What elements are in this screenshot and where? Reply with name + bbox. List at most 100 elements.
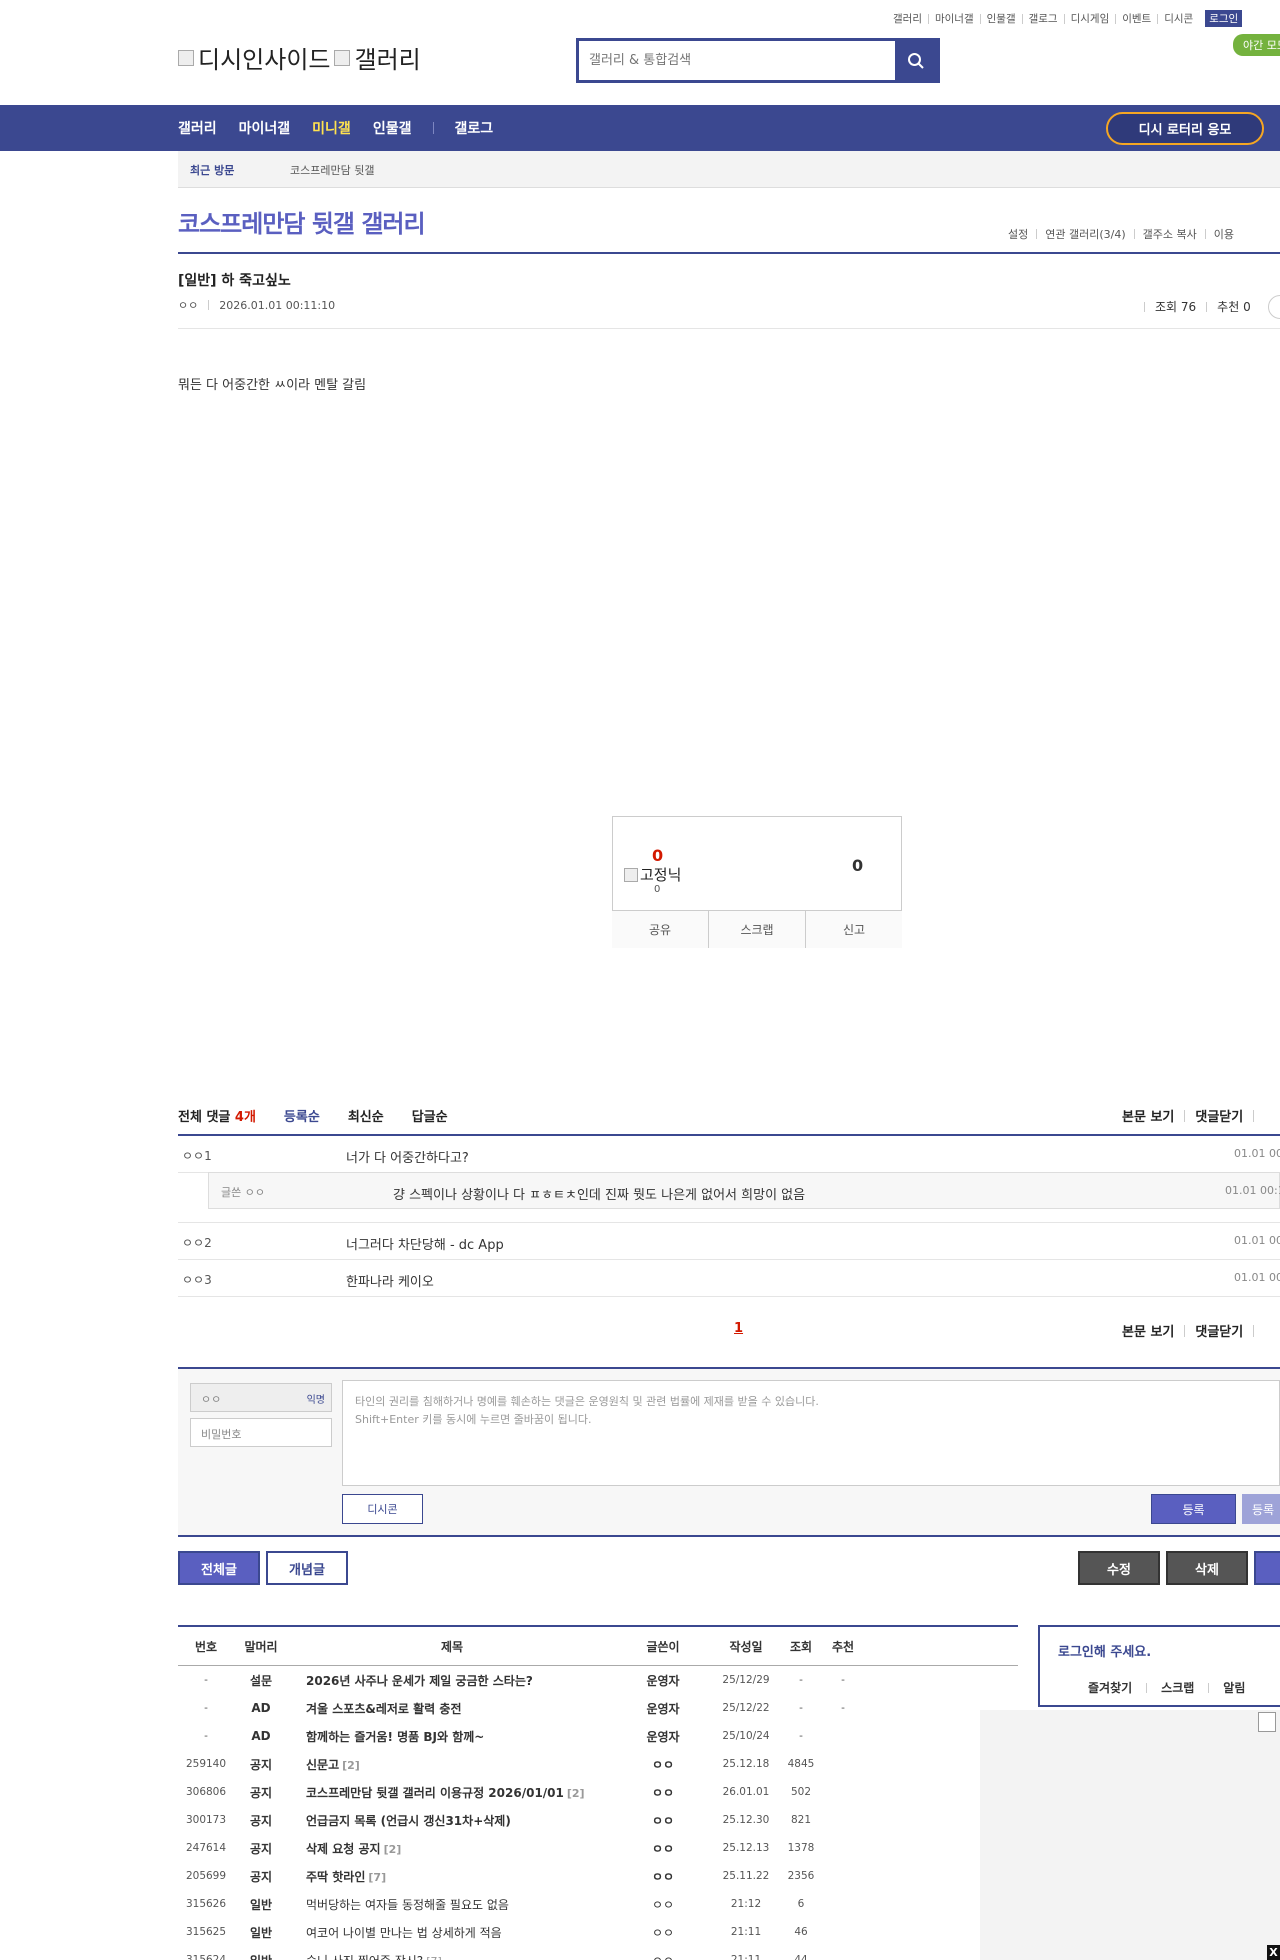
- reply-count[interactable]: [2]: [384, 1843, 402, 1856]
- register-button[interactable]: 등록: [1151, 1494, 1236, 1524]
- write-button[interactable]: [1254, 1551, 1280, 1585]
- post-writer[interactable]: 운영자: [616, 1700, 710, 1717]
- nav-person[interactable]: 인물갤: [373, 118, 412, 138]
- close-ad-button[interactable]: X: [1267, 1945, 1280, 1960]
- favorites-link[interactable]: 즐겨찾기: [1088, 1679, 1132, 1696]
- search-input[interactable]: [579, 41, 895, 80]
- site-logo[interactable]: 디시인사이드 갤러리: [178, 40, 421, 75]
- sort-registered[interactable]: 등록순: [284, 1106, 320, 1125]
- post-header-divider: [178, 328, 1280, 329]
- scrap-button[interactable]: 스크랩: [709, 911, 806, 948]
- report-button[interactable]: 신고: [806, 911, 902, 948]
- night-mode-button[interactable]: 야간 모드: [1233, 34, 1280, 56]
- comment-page-number[interactable]: 1: [734, 1321, 743, 1336]
- usage-link[interactable]: 이용: [1214, 226, 1234, 242]
- copy-address-link[interactable]: 갤주소 복사: [1143, 226, 1197, 242]
- all-posts-button[interactable]: 전체글: [178, 1551, 260, 1585]
- post-list-title[interactable]: 삭제 요청 공지 [2]: [288, 1840, 616, 1857]
- post-list-row[interactable]: 259140 공지 신문고 [2] ㅇㅇ 25.12.18 4845: [178, 1750, 1018, 1778]
- post-list-title[interactable]: 여코어 나이별 만나는 법 상세하게 적음: [288, 1924, 616, 1941]
- sort-latest[interactable]: 최신순: [348, 1106, 384, 1125]
- post-list-row[interactable]: 205699 공지 주딱 핫라인 [7] ㅇㅇ 25.11.22 2356: [178, 1862, 1018, 1890]
- top-link-gallery[interactable]: 갤러리: [893, 11, 922, 26]
- post-writer[interactable]: ㅇㅇ: [616, 1952, 710, 1960]
- top-link-gallog[interactable]: 갤로그: [1029, 11, 1058, 26]
- post-list-title[interactable]: 주딱 핫라인 [7]: [288, 1868, 616, 1885]
- post-list-row[interactable]: 315624 일반 승니 사진 찍어준 작시?[7] ㅇㅇ 21:11 44: [178, 1946, 1018, 1960]
- comment-nick[interactable]: ㅇㅇ3: [182, 1271, 212, 1288]
- post-list-title[interactable]: 언급금지 목록 (언급시 갱신31차+삭제): [288, 1812, 616, 1829]
- nav-gallery[interactable]: 갤러리: [178, 118, 217, 138]
- post-list-title[interactable]: 승니 사진 찍어준 작시?[7]: [288, 1952, 616, 1960]
- dccon-button[interactable]: 디시콘: [342, 1494, 423, 1524]
- post-date: 25/10/24: [710, 1730, 782, 1742]
- related-gallery-link[interactable]: 연관 갤러리(3/4): [1045, 226, 1125, 242]
- post-writer[interactable]: ㅇㅇ: [616, 1784, 710, 1801]
- top-link-game[interactable]: 디시게임: [1071, 11, 1110, 26]
- post-list-row[interactable]: 315625 일반 여코어 나이별 만나는 법 상세하게 적음 ㅇㅇ 21:11 46: [178, 1918, 1018, 1946]
- post-author[interactable]: ㅇㅇ: [178, 297, 198, 313]
- comment-nick[interactable]: ㅇㅇ2: [182, 1234, 212, 1251]
- side-scrap-link[interactable]: 스크랩: [1161, 1679, 1194, 1696]
- comment-nick[interactable]: ㅇㅇ1: [182, 1147, 212, 1164]
- nickname-field[interactable]: ㅇㅇ 익명: [190, 1383, 332, 1412]
- comments-count: 4개: [234, 1110, 256, 1125]
- close-comments-link[interactable]: 댓글닫기: [1195, 1106, 1243, 1125]
- fixed-nick-recommend[interactable]: 고정닉: [624, 864, 681, 885]
- nav-gallog[interactable]: 갤로그: [454, 118, 493, 138]
- search-button[interactable]: [895, 41, 937, 80]
- nav-minor[interactable]: 마이너갤: [239, 118, 291, 138]
- gallery-settings-link[interactable]: 설정: [1008, 226, 1028, 242]
- recent-visit-item[interactable]: 코스프레만담 뒷갤: [290, 162, 374, 178]
- reply-count[interactable]: [7]: [426, 1955, 442, 1960]
- post-writer[interactable]: ㅇㅇ: [616, 1868, 710, 1885]
- concept-posts-button[interactable]: 개념글: [266, 1551, 348, 1585]
- post-list-row[interactable]: - AD 함께하는 즐거움! 명품 BJ와 함께~ 운영자 25/10/24 -: [178, 1722, 1018, 1750]
- close-comments-link[interactable]: 댓글닫기: [1195, 1321, 1243, 1340]
- post-writer[interactable]: ㅇㅇ: [616, 1896, 710, 1913]
- notifications-link[interactable]: 알림: [1223, 1679, 1245, 1696]
- post-list-row[interactable]: 247614 공지 삭제 요청 공지 [2] ㅇㅇ 25.12.13 1378: [178, 1834, 1018, 1862]
- post-writer[interactable]: ㅇㅇ: [616, 1840, 710, 1857]
- register-gallog-button[interactable]: 등록: [1242, 1494, 1280, 1524]
- post-list-row[interactable]: 306806 공지 코스프레만담 뒷갤 갤러리 이용규정 2026/01/01 [2]…: [178, 1778, 1018, 1806]
- post-list-title[interactable]: 신문고 [2]: [288, 1756, 616, 1773]
- gallery-title[interactable]: 코스프레만담 뒷갤 갤러리: [178, 204, 426, 239]
- post-writer[interactable]: ㅇㅇ: [616, 1924, 710, 1941]
- top-link-minor[interactable]: 마이너갤: [935, 11, 974, 26]
- post-list-row[interactable]: 300173 공지 언급금지 목록 (언급시 갱신31차+삭제) ㅇㅇ 25.12.30…: [178, 1806, 1018, 1834]
- reply-nick[interactable]: 글쓴 ㅇㅇ: [221, 1184, 265, 1200]
- post-list-title[interactable]: 코스프레만담 뒷갤 갤러리 이용규정 2026/01/01 [2]: [288, 1784, 616, 1801]
- post-writer[interactable]: ㅇㅇ: [616, 1756, 710, 1773]
- edit-button[interactable]: 수정: [1078, 1551, 1160, 1585]
- top-link-dccon[interactable]: 디시콘: [1164, 11, 1193, 26]
- lottery-button[interactable]: 디시 로터리 응모: [1106, 112, 1264, 145]
- reply-count[interactable]: [2]: [567, 1787, 585, 1800]
- view-body-link[interactable]: 본문 보기: [1122, 1106, 1174, 1125]
- comment-textarea[interactable]: 타인의 권리를 침해하거나 명예를 훼손하는 댓글은 운영원칙 및 관련 법률에…: [342, 1380, 1280, 1486]
- share-button[interactable]: 공유: [612, 911, 709, 948]
- reply-count[interactable]: [7]: [368, 1871, 386, 1884]
- post-list-title[interactable]: 먹버당하는 여자들 동정해줄 필요도 없음: [288, 1896, 616, 1913]
- top-link-event[interactable]: 이벤트: [1122, 11, 1151, 26]
- post-list-title[interactable]: 겨울 스포츠&레저로 활력 충전: [288, 1700, 616, 1717]
- post-writer[interactable]: 운영자: [616, 1672, 710, 1689]
- post-list-row[interactable]: 315626 일반 먹버당하는 여자들 동정해줄 필요도 없음 ㅇㅇ 21:12 6: [178, 1890, 1018, 1918]
- nav-mini[interactable]: 미니갤: [312, 118, 351, 138]
- login-prompt[interactable]: 로그인해 주세요.: [1058, 1641, 1151, 1660]
- post-writer[interactable]: ㅇㅇ: [616, 1812, 710, 1829]
- more-options-button[interactable]: [1268, 295, 1280, 319]
- view-body-link[interactable]: 본문 보기: [1122, 1321, 1174, 1340]
- post-writer[interactable]: 운영자: [616, 1728, 710, 1745]
- post-list-title[interactable]: 함께하는 즐거움! 명품 BJ와 함께~: [288, 1728, 616, 1745]
- password-field[interactable]: 비밀번호: [190, 1418, 332, 1447]
- post-list-row[interactable]: - AD 겨울 스포츠&레저로 활력 충전 운영자 25/12/22 - -: [178, 1694, 1018, 1722]
- reply-count[interactable]: [2]: [342, 1759, 360, 1772]
- delete-button[interactable]: 삭제: [1166, 1551, 1248, 1585]
- login-button[interactable]: 로그인: [1205, 10, 1243, 27]
- ad-image-icon[interactable]: [1258, 1712, 1276, 1732]
- post-list-title[interactable]: 2026년 사주나 운세가 제일 궁금한 스타는?: [288, 1672, 616, 1689]
- post-list-row[interactable]: - 설문 2026년 사주나 운세가 제일 궁금한 스타는? 운영자 25/12/29 -…: [178, 1666, 1018, 1694]
- top-link-person[interactable]: 인물갤: [987, 11, 1016, 26]
- sort-reply[interactable]: 답글순: [412, 1106, 448, 1125]
